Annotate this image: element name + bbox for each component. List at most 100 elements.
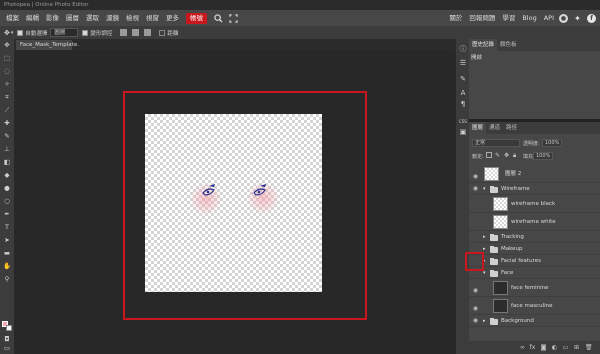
tab-layers[interactable]: 圖層 bbox=[469, 122, 487, 134]
distance-checkbox[interactable] bbox=[159, 29, 166, 36]
link-layers-icon[interactable]: ∞ bbox=[519, 344, 526, 351]
menu-filter[interactable]: 濾鏡 bbox=[106, 10, 119, 26]
expand-caret-icon[interactable]: ▾ bbox=[483, 183, 486, 195]
menu-window[interactable]: 視窗 bbox=[146, 10, 159, 26]
tab-history[interactable]: 歷史記錄 bbox=[469, 39, 498, 51]
menu-account[interactable]: 帳號 bbox=[186, 12, 207, 24]
visibility-eye-icon[interactable]: ◉ bbox=[472, 300, 479, 312]
lock-pixels-icon[interactable]: ✎ bbox=[495, 152, 500, 159]
fill-tool-icon[interactable]: ◆ bbox=[3, 172, 11, 179]
lock-transparency-icon[interactable] bbox=[486, 152, 492, 158]
visibility-toggle[interactable] bbox=[472, 216, 479, 228]
clone-stamp-icon[interactable]: ⊥ bbox=[3, 146, 11, 153]
tab-paths[interactable]: 路徑 bbox=[503, 122, 520, 134]
menu-select[interactable]: 選取 bbox=[86, 10, 99, 26]
blur-tool-icon[interactable]: ● bbox=[3, 185, 11, 192]
path-select-icon[interactable]: ➤ bbox=[3, 237, 11, 244]
properties-icon[interactable]: ☰ bbox=[458, 59, 468, 68]
new-layer-icon[interactable]: ⊞ bbox=[573, 344, 580, 351]
menu-file[interactable]: 檔案 bbox=[6, 10, 19, 26]
healing-brush-icon[interactable]: ✚ bbox=[3, 120, 11, 127]
document-tab[interactable]: Face_Mask_Template. * × bbox=[16, 40, 79, 58]
marquee-tool-icon[interactable]: ⬚ bbox=[3, 55, 11, 62]
visibility-eye-icon[interactable]: ◉ bbox=[472, 282, 479, 294]
transform-controls-checkbox[interactable] bbox=[82, 29, 89, 36]
zoom-tool-icon[interactable]: ⚲ bbox=[3, 276, 11, 283]
info-icon[interactable]: ⓘ bbox=[458, 45, 468, 54]
layer-row[interactable]: ◉ face feminine bbox=[469, 279, 600, 297]
adjustment-layer-icon[interactable]: ◐ bbox=[551, 344, 558, 351]
opacity-input[interactable]: 100% bbox=[542, 139, 563, 147]
reddit-icon[interactable]: ● bbox=[559, 13, 568, 23]
align-middle-icon[interactable] bbox=[132, 29, 140, 36]
auto-select-checkbox[interactable] bbox=[17, 29, 24, 36]
twitter-icon[interactable]: ✦ bbox=[573, 14, 582, 23]
visibility-toggle[interactable] bbox=[472, 198, 479, 210]
auto-select-target-select[interactable]: 圖層 bbox=[50, 28, 79, 37]
layer-row[interactable]: wireframe white bbox=[469, 213, 600, 231]
layer-row[interactable]: ▸ Facial features bbox=[469, 255, 600, 267]
eyedropper-icon[interactable]: ⟋ bbox=[3, 107, 11, 114]
menu-more[interactable]: 更多 bbox=[166, 10, 179, 26]
menu-report-bug[interactable]: 回報問題 bbox=[469, 10, 495, 26]
css-panel-icon[interactable]: CSS bbox=[458, 117, 468, 126]
tab-swatches[interactable]: 顏色板 bbox=[497, 39, 520, 51]
search-icon[interactable] bbox=[214, 13, 223, 23]
visibility-eye-icon[interactable]: ◉ bbox=[472, 183, 479, 195]
canvas-workspace[interactable] bbox=[14, 50, 455, 354]
menu-layer[interactable]: 圖層 bbox=[66, 10, 79, 26]
paragraph-panel-icon[interactable]: ¶ bbox=[458, 100, 468, 109]
layer-row[interactable]: ◉ face masculine bbox=[469, 297, 600, 315]
move-tool-icon[interactable]: ✥ bbox=[3, 42, 11, 49]
layer-row[interactable]: ◉ ▸ Background bbox=[469, 315, 600, 327]
shape-tool-icon[interactable]: ▬ bbox=[3, 250, 11, 257]
layer-effects-icon[interactable]: fx bbox=[529, 344, 536, 351]
quick-mask-icon[interactable]: ◘ bbox=[3, 336, 11, 343]
pen-tool-icon[interactable]: ✒ bbox=[3, 211, 11, 218]
history-item[interactable]: 開啟 bbox=[471, 53, 482, 61]
eraser-tool-icon[interactable]: ◧ bbox=[3, 159, 11, 166]
layer-row[interactable]: ◉ 圖層 2 bbox=[469, 165, 600, 183]
layer-row[interactable]: ◉ ▾ Wireframe bbox=[469, 183, 600, 195]
layer-row[interactable]: ▾ Face bbox=[469, 267, 600, 279]
crop-tool-icon[interactable]: ⌗ bbox=[3, 94, 11, 101]
align-bottom-icon[interactable] bbox=[144, 29, 152, 36]
layer-row[interactable]: ▸ Makeup bbox=[469, 243, 600, 255]
layer-row[interactable]: wireframe black bbox=[469, 195, 600, 213]
background-color-swatch[interactable] bbox=[6, 325, 12, 331]
type-tool-icon[interactable]: T bbox=[3, 224, 11, 231]
lock-all-icon[interactable]: 🔒︎ bbox=[513, 152, 516, 160]
layer-row[interactable]: ▸ Tracking bbox=[469, 231, 600, 243]
fill-input[interactable]: 100% bbox=[533, 152, 554, 160]
expand-caret-icon[interactable]: ▸ bbox=[483, 315, 486, 327]
lock-position-icon[interactable]: ✥ bbox=[504, 152, 509, 159]
tab-channels[interactable]: 通道 bbox=[486, 122, 503, 134]
visibility-eye-icon[interactable]: ◉ bbox=[472, 315, 479, 327]
facebook-icon[interactable]: f bbox=[587, 13, 596, 23]
magic-wand-icon[interactable]: ✧ bbox=[3, 81, 11, 88]
visibility-toggle[interactable] bbox=[472, 231, 479, 243]
menu-edit[interactable]: 編輯 bbox=[26, 10, 39, 26]
menu-blog[interactable]: Blog bbox=[522, 10, 536, 26]
visibility-eye-icon[interactable]: ◉ bbox=[472, 168, 479, 180]
fullscreen-icon[interactable] bbox=[229, 13, 238, 23]
character-panel-icon[interactable]: A bbox=[458, 89, 468, 98]
layer-mask-icon[interactable]: ◙ bbox=[540, 344, 547, 351]
image-panel-icon[interactable]: ▣ bbox=[458, 128, 468, 137]
menu-learn[interactable]: 學習 bbox=[502, 10, 515, 26]
expand-caret-icon[interactable]: ▸ bbox=[483, 231, 486, 243]
dodge-tool-icon[interactable]: ○ bbox=[3, 198, 11, 205]
menu-view[interactable]: 檢視 bbox=[126, 10, 139, 26]
new-group-icon[interactable]: ▭ bbox=[562, 344, 569, 351]
blend-mode-select[interactable]: 正常 bbox=[472, 139, 520, 147]
screen-mode-icon[interactable]: ▭ bbox=[3, 345, 11, 352]
menu-image[interactable]: 影像 bbox=[46, 10, 59, 26]
align-top-icon[interactable] bbox=[120, 29, 128, 36]
brush-tool-icon[interactable]: ✎ bbox=[3, 133, 11, 140]
menu-about[interactable]: 關於 bbox=[449, 10, 462, 26]
lasso-tool-icon[interactable]: ◌ bbox=[3, 68, 11, 75]
brush-panel-icon[interactable]: ✎ bbox=[458, 75, 468, 84]
hand-tool-icon[interactable]: ✋ bbox=[3, 263, 11, 270]
move-tool-dropdown-icon[interactable]: ▾ bbox=[11, 30, 14, 36]
menu-api[interactable]: API bbox=[544, 10, 554, 26]
